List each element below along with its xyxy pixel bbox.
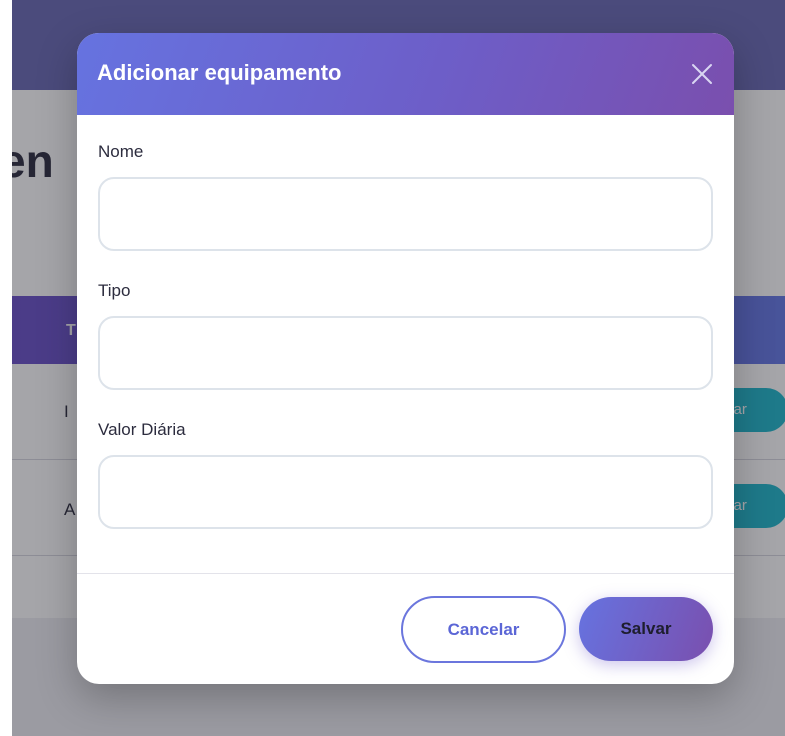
modal-body: Nome Tipo Valor Diária xyxy=(77,115,734,573)
save-button[interactable]: Salvar xyxy=(579,597,713,661)
nome-input[interactable] xyxy=(98,177,713,251)
modal-title: Adicionar equipamento xyxy=(97,60,342,85)
modal-header: Adicionar equipamento xyxy=(77,33,734,115)
nome-label: Nome xyxy=(98,142,144,161)
add-equipment-modal: Adicionar equipamento Nome Tipo Valor Di… xyxy=(77,33,734,684)
valor-diaria-label: Valor Diária xyxy=(98,420,186,439)
tipo-label: Tipo xyxy=(98,281,131,300)
close-button[interactable] xyxy=(689,61,715,87)
left-edge-strip xyxy=(0,0,12,736)
tipo-input[interactable] xyxy=(98,316,713,390)
valor-diaria-input[interactable] xyxy=(98,455,713,529)
cancel-button[interactable]: Cancelar xyxy=(401,596,566,663)
footer-divider xyxy=(77,573,734,574)
close-icon xyxy=(692,64,712,84)
